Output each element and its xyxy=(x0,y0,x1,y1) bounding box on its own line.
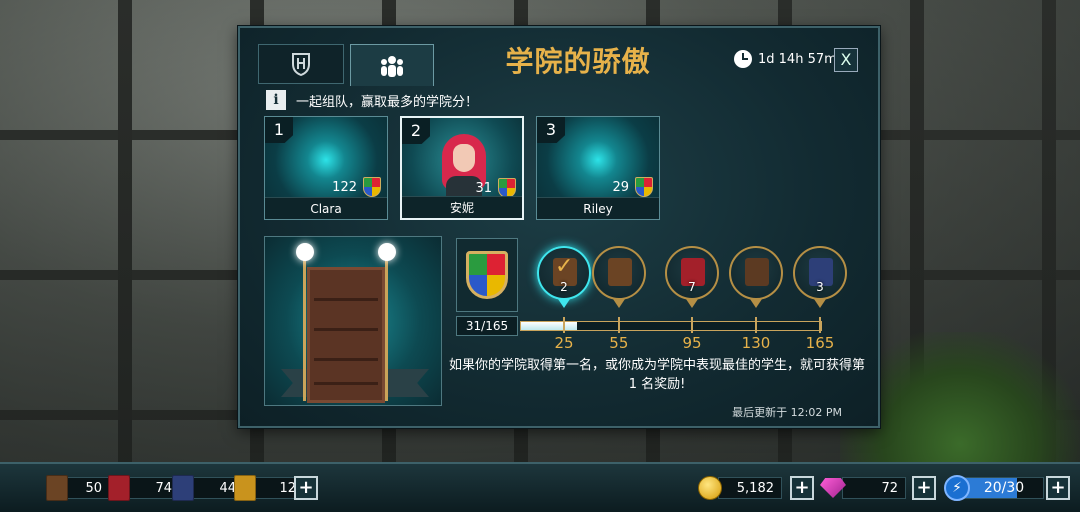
tab-house-crest[interactable] xyxy=(258,44,344,84)
brown-book-icon xyxy=(607,258,632,286)
add-energy-button[interactable]: + xyxy=(1046,476,1070,500)
team-member-card[interactable]: 1 122 Clara xyxy=(264,116,388,220)
resource-red-books: 74 xyxy=(108,475,180,501)
lamp-icon xyxy=(296,243,314,261)
reward-description: 如果你的学院取得第一名，或你成为学院中表现最佳的学生，就可获得第 1 名奖励! xyxy=(448,358,865,392)
info-text: 一起组队，赢取最多的学院分！ xyxy=(296,94,479,110)
gold-book-icon xyxy=(234,475,256,501)
house-crest-badge xyxy=(456,238,518,312)
reward-node-brown-book[interactable] xyxy=(729,246,783,308)
reward-count: 3 xyxy=(816,280,824,294)
energy-bolt-icon: ⚡ xyxy=(944,475,970,501)
threshold-label: 130 xyxy=(741,334,771,352)
team-people-icon xyxy=(381,55,403,77)
member-score: 31 xyxy=(475,181,492,196)
reward-node-red-book[interactable]: 7 xyxy=(665,246,719,308)
member-name: 安妮 xyxy=(402,196,522,218)
house-crest-icon xyxy=(498,178,516,198)
progress-tick xyxy=(617,317,620,333)
clock-icon xyxy=(734,50,752,68)
house-pride-panel: 学院的骄傲 1d 14h 57m X i 一起组队，赢取最多的学院分！ 1 12… xyxy=(238,26,880,428)
rank-number: 1 xyxy=(265,117,293,143)
resource-bar: 50 74 44 12 + 5,182 + 72 + ⚡ 20/30 + xyxy=(0,462,1080,512)
threshold-label: 25 xyxy=(554,334,574,352)
progress-tick xyxy=(691,317,693,333)
tab-team[interactable] xyxy=(350,44,434,86)
team-member-card[interactable]: 3 29 Riley xyxy=(536,116,660,220)
hogwarts-crest-icon xyxy=(466,251,508,299)
progress-tick xyxy=(563,317,565,333)
blue-book-icon xyxy=(172,475,194,501)
member-score: 122 xyxy=(332,180,357,195)
coin-icon xyxy=(698,476,722,500)
member-name: Riley xyxy=(537,197,659,219)
energy-bar: 20/30 xyxy=(964,477,1044,499)
reward-node-brown-book-claimed[interactable]: ✓ 2 xyxy=(537,246,591,308)
member-name: Clara xyxy=(265,197,387,219)
threshold-label: 55 xyxy=(609,334,629,352)
member-score: 29 xyxy=(612,180,629,195)
reward-node-brown-book[interactable] xyxy=(591,246,646,308)
progress-track xyxy=(520,321,822,331)
rank-number: 2 xyxy=(402,118,430,144)
panel-title: 学院的骄傲 xyxy=(505,45,651,78)
resource-coins: 5,182 xyxy=(698,475,782,501)
progress-tick xyxy=(819,317,821,333)
close-button[interactable]: X xyxy=(834,48,858,72)
last-updated: 最后更新于 12:02 PM xyxy=(732,406,842,419)
brown-book-icon xyxy=(745,258,769,286)
resource-energy: ⚡ 20/30 xyxy=(944,475,1044,501)
threshold-label: 95 xyxy=(682,334,702,352)
add-gems-button[interactable]: + xyxy=(912,476,936,500)
progress-label: 31/165 xyxy=(456,316,518,336)
house-crest-icon xyxy=(292,53,310,76)
threshold-label: 165 xyxy=(805,334,835,352)
info-row: i 一起组队，赢取最多的学院分！ xyxy=(266,90,478,110)
progress-tick xyxy=(755,317,757,333)
add-books-button[interactable]: + xyxy=(294,476,318,500)
progress-fill xyxy=(521,322,578,330)
timer-text: 1d 14h 57m xyxy=(758,51,837,67)
team-member-card-selected[interactable]: 2 31 安妮 xyxy=(400,116,524,220)
red-book-icon xyxy=(108,475,130,501)
bookshelf-icon xyxy=(307,267,385,403)
resource-gems: 72 xyxy=(820,475,906,501)
add-coins-button[interactable]: + xyxy=(790,476,814,500)
brown-book-icon xyxy=(46,475,68,501)
info-icon[interactable]: i xyxy=(266,90,286,110)
lamp-icon xyxy=(378,243,396,261)
rank-number: 3 xyxy=(537,117,565,143)
bookshelf-reward-preview[interactable] xyxy=(264,236,442,406)
house-crest-icon xyxy=(635,177,653,197)
house-crest-icon xyxy=(363,177,381,197)
resource-brown-books: 50 xyxy=(46,475,110,501)
reward-count: 2 xyxy=(560,280,568,294)
reward-node-blue-book[interactable]: 3 xyxy=(793,246,847,308)
event-timer: 1d 14h 57m xyxy=(734,50,837,68)
checkmark-icon: ✓ xyxy=(555,254,574,279)
reward-count: 7 xyxy=(688,280,696,294)
